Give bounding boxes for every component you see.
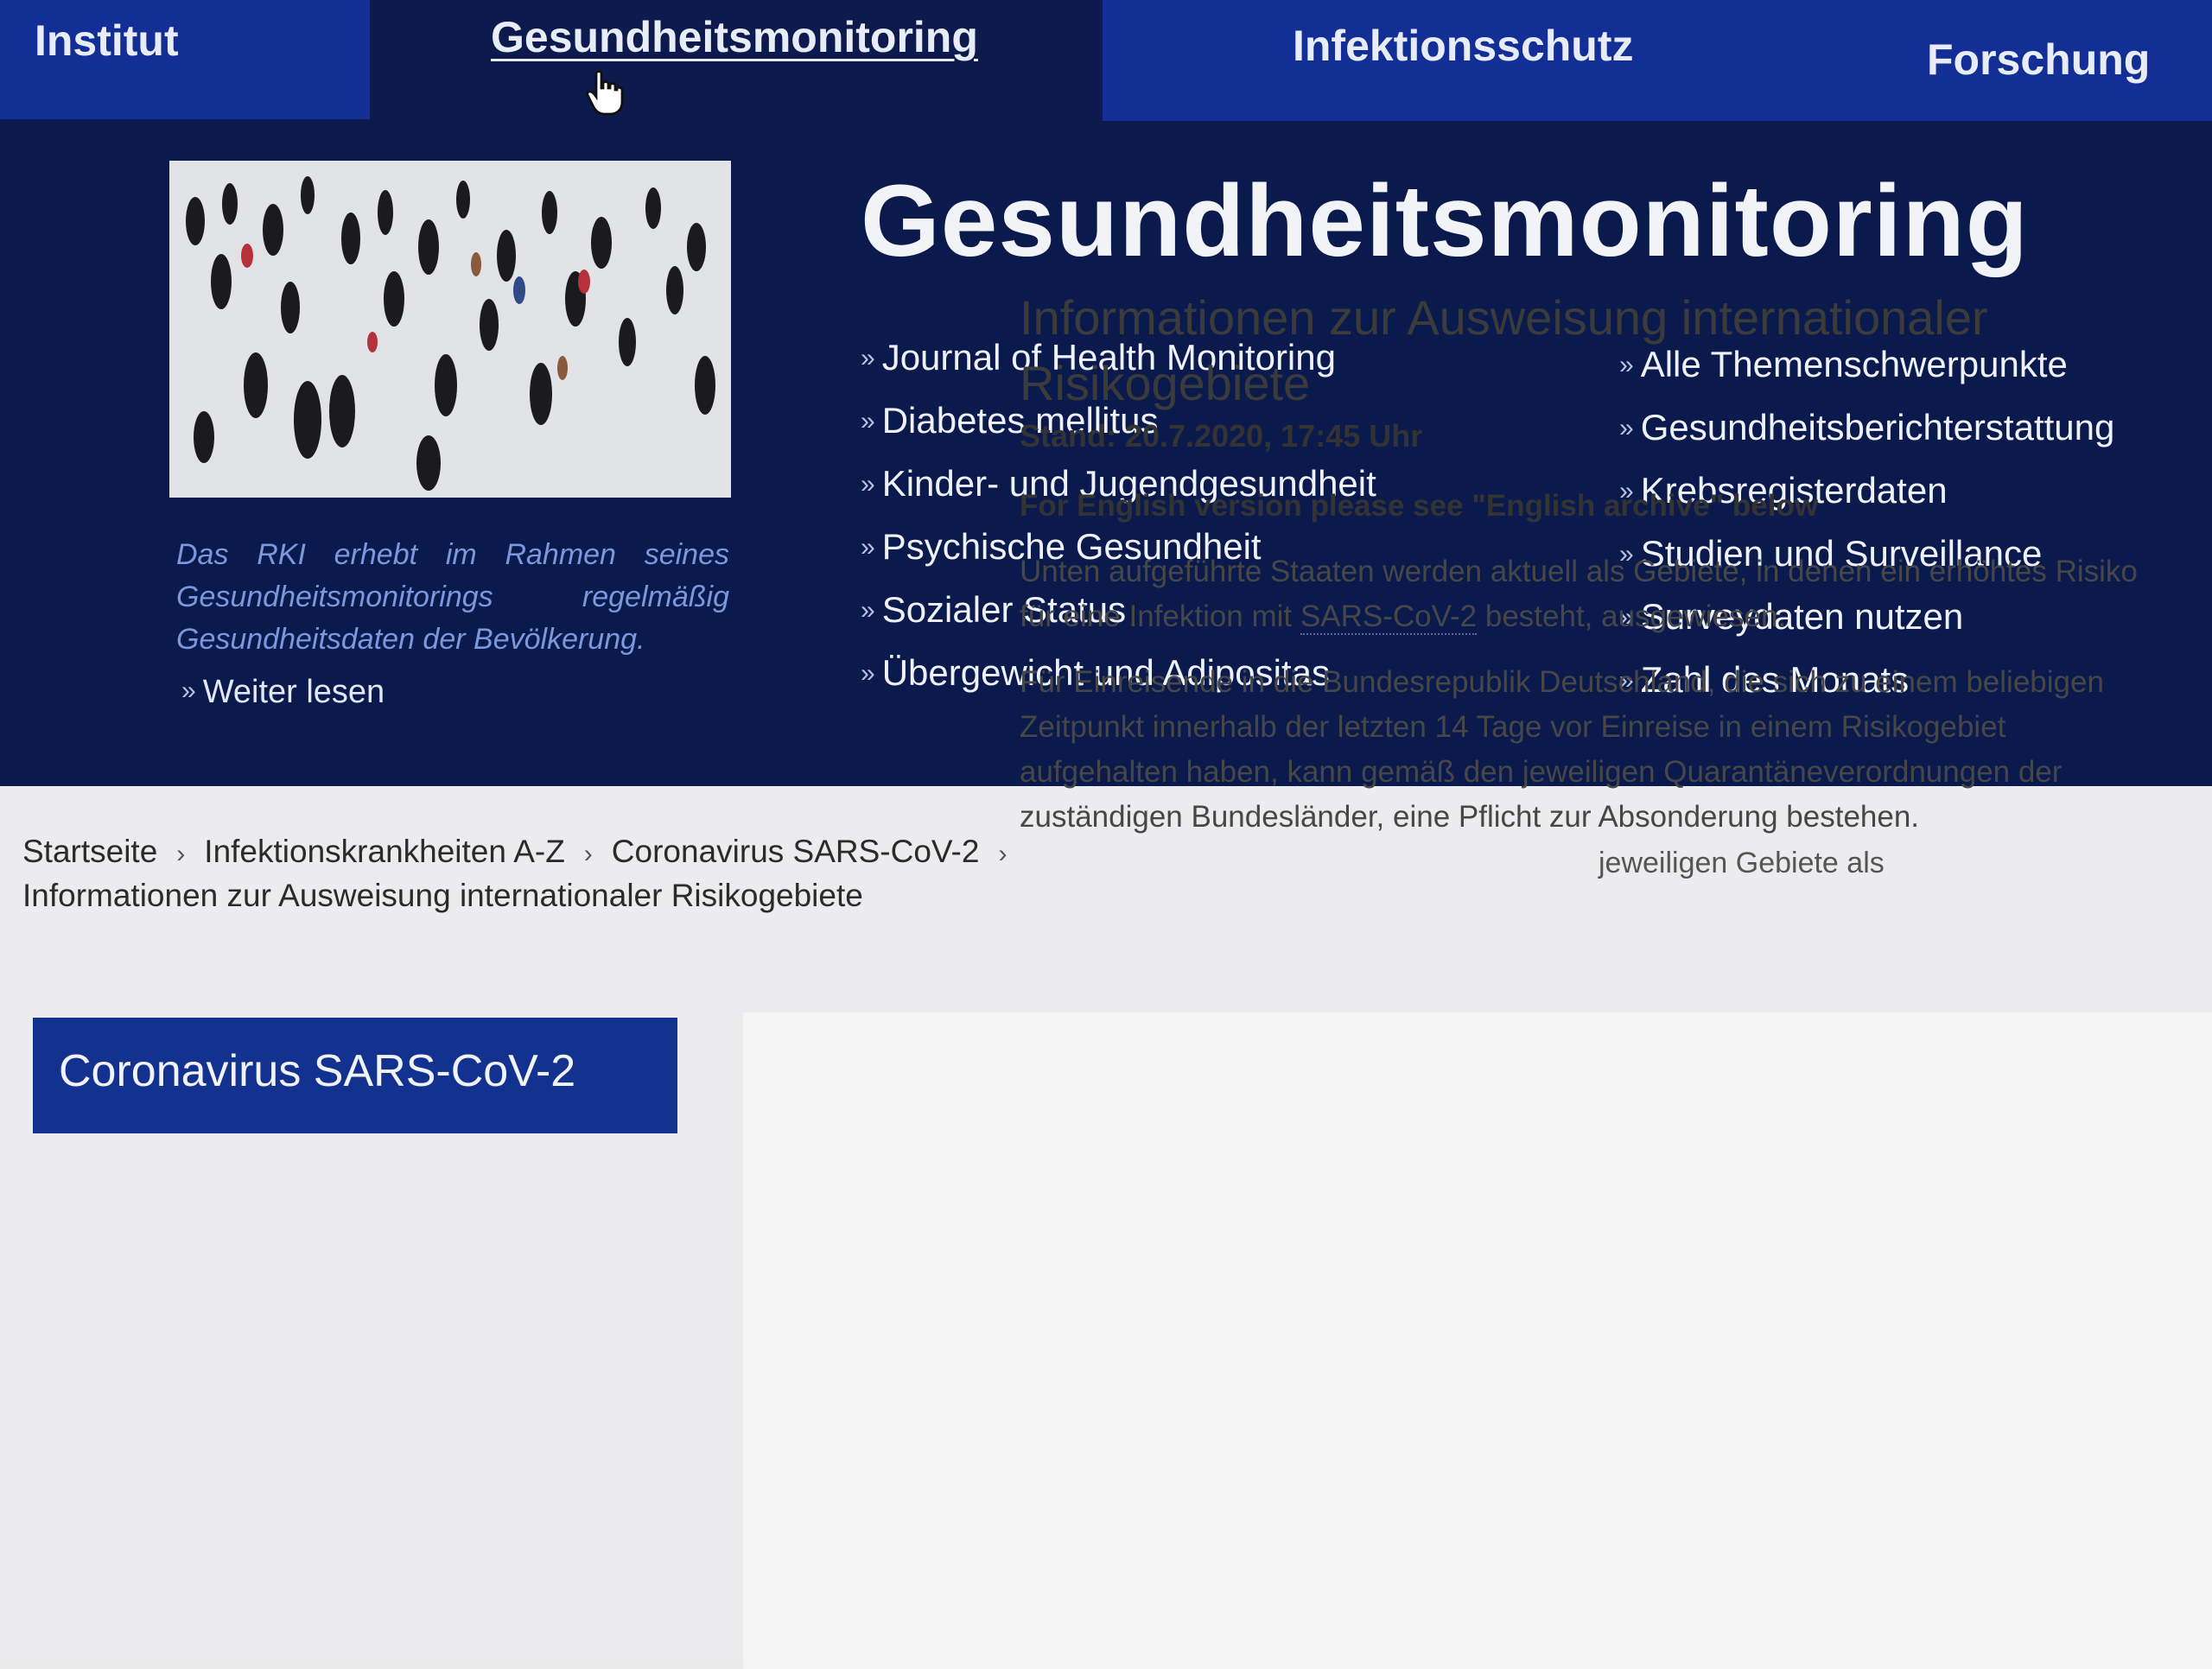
double-chevron-right-icon: » <box>861 659 875 688</box>
english-version-note: For English version please see "English … <box>1020 489 1819 523</box>
crowd-image <box>169 161 731 498</box>
sars-cov-2-link[interactable]: SARS-CoV-2 <box>1300 600 1478 635</box>
breadcrumb-link-coronavirus[interactable]: Coronavirus SARS-CoV-2 <box>612 834 980 869</box>
nav-item-institut[interactable]: Institut <box>0 0 370 119</box>
chevron-right-icon: › <box>583 840 593 868</box>
double-chevron-right-icon: » <box>1619 414 1634 442</box>
double-chevron-right-icon: » <box>861 596 875 625</box>
nav-item-gesundheitsmonitoring[interactable]: Gesundheitsmonitoring <box>370 0 1103 125</box>
chevron-right-icon: › <box>998 840 1007 868</box>
intro-paragraph: Unten aufgeführte Staaten werden aktuell… <box>1020 549 2143 639</box>
intro-text: Das RKI erhebt im Rahmen seines Gesundhe… <box>176 538 729 656</box>
sidebar-heading-label: Coronavirus SARS-CoV-2 <box>59 1046 576 1096</box>
read-more-link[interactable]: » Weiter lesen <box>181 674 385 711</box>
double-chevron-right-icon: » <box>861 407 875 435</box>
entry-rules-paragraph: Für Einreisende in die Bundesrepublik De… <box>1020 665 2104 834</box>
nav-label-infektionsschutz: Infektionsschutz <box>1293 22 1634 70</box>
double-chevron-right-icon: » <box>861 470 875 498</box>
top-navigation: Institut Gesundheitsmonitoring Infektion… <box>0 0 2212 134</box>
nav-item-infektionsschutz[interactable]: Infektionsschutz Forschung <box>1103 0 2212 134</box>
paragraph-text: besteht, ausgewiesen. <box>1477 600 1787 633</box>
nav-label-gesundheitsmonitoring: Gesundheitsmonitoring <box>491 13 978 61</box>
double-chevron-right-icon: » <box>861 533 875 562</box>
sidebar-section-heading[interactable]: Coronavirus SARS-CoV-2 <box>33 1018 677 1133</box>
nav-label-institut: Institut <box>35 16 179 65</box>
crowd-photo[interactable] <box>169 161 731 498</box>
nav-item-forschung[interactable]: Forschung <box>1927 35 2150 85</box>
breadcrumb-link-infektionskrankheiten[interactable]: Infektionskrankheiten A-Z <box>204 834 565 869</box>
double-chevron-right-icon: » <box>861 344 875 372</box>
breadcrumb-link-startseite[interactable]: Startseite <box>22 834 157 869</box>
chevron-right-icon: › <box>176 840 186 868</box>
main-article-card <box>743 1012 2212 1669</box>
breadcrumb: Startseite › Infektionskrankheiten A-Z › Cor… <box>22 831 1026 917</box>
cut-off-paragraph: jeweiligen Gebiete als <box>1599 847 1885 879</box>
breadcrumb-current: Informationen zur Ausweisung internation… <box>22 878 863 913</box>
read-more-label: Weiter lesen <box>202 674 385 710</box>
hand-pointer-icon <box>586 70 624 116</box>
page-content: Startseite › Infektionskrankheiten A-Z › Cor… <box>0 786 2212 1669</box>
page-title: Informationen zur Ausweisung internation… <box>1020 290 1988 410</box>
double-chevron-right-icon: » <box>181 676 196 705</box>
mega-menu-title: Gesundheitsmonitoring <box>861 164 2029 278</box>
status-timestamp: Stand: 20.7.2020, 17:45 Uhr <box>1020 418 1423 454</box>
